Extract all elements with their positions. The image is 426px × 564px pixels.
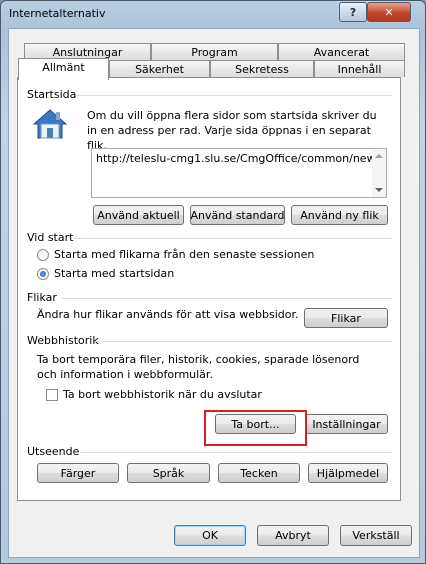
tab-allmant[interactable]: Allmänt [18,58,109,80]
flikar-label: Flikar [27,291,57,304]
utseende-label: Utseende [27,445,80,458]
url-scrollbar[interactable] [372,149,386,197]
radio-start-homepage[interactable] [37,268,49,280]
history-settings-button[interactable]: Inställningar [305,414,388,434]
fonts-button[interactable]: Tecken [218,463,300,483]
vid-start-label: Vid start [27,231,74,244]
flikar-description: Ändra hur flikar används för att visa we… [37,308,299,321]
tab-program[interactable]: Program [151,43,278,60]
delete-history-on-exit-checkbox[interactable] [46,389,58,401]
startsida-label: Startsida [27,88,77,101]
apply-button[interactable]: Verkställ [340,525,412,546]
radio-start-homepage-label: Starta med startsidan [54,267,175,280]
scroll-up-icon[interactable] [375,154,383,158]
help-button[interactable]: ? [339,2,367,22]
divider [76,95,392,96]
delete-history-on-exit-label: Ta bort webbhistorik när du avslutar [63,388,262,401]
ok-button[interactable]: OK [174,525,246,546]
webbhistorik-description: Ta bort temporära filer, historik, cooki… [37,353,360,381]
startsida-description: Om du vill öppna flera sidor som startsi… [87,109,377,152]
use-default-button[interactable]: Använd standard [190,205,285,225]
window-title: Internetalternativ [9,7,106,20]
tabs-settings-button[interactable]: Flikar [304,308,388,328]
use-current-button[interactable]: Använd aktuell [93,205,184,225]
colors-button[interactable]: Färger [37,463,119,483]
webbhistorik-label: Webbhistorik [27,334,99,347]
tab-innehall[interactable]: Innehåll [314,60,405,77]
tab-avancerat[interactable]: Avancerat [278,43,405,60]
close-button[interactable]: ✕ [367,2,411,22]
radio-start-last-session-label: Starta med flikarna från den senaste ses… [54,248,315,261]
homepage-url-input[interactable]: http://teleslu-cmg1.slu.se/CmgOffice/com… [91,148,387,198]
divider [62,298,392,299]
home-icon [32,109,68,139]
divider [73,238,392,239]
divider [81,452,392,453]
accessibility-button[interactable]: Hjälpmedel [308,463,388,483]
tab-sekretess[interactable]: Sekretess [210,60,314,77]
radio-start-last-session[interactable] [37,249,49,261]
homepage-url-text: http://teleslu-cmg1.slu.se/CmgOffice/com… [96,152,384,165]
divider [95,341,392,342]
cancel-button[interactable]: Avbryt [257,525,329,546]
use-new-tab-button[interactable]: Använd ny flik [291,205,388,225]
highlight-annotation [204,410,307,446]
dialog-window: Internetalternativ ? ✕ Anslutningar Prog… [0,0,426,564]
tab-sakerhet[interactable]: Säkerhet [109,60,210,77]
languages-button[interactable]: Språk [127,463,210,483]
scroll-down-icon[interactable] [375,188,383,192]
dialog-client-area: Anslutningar Program Avancerat Allmänt S… [8,28,420,558]
